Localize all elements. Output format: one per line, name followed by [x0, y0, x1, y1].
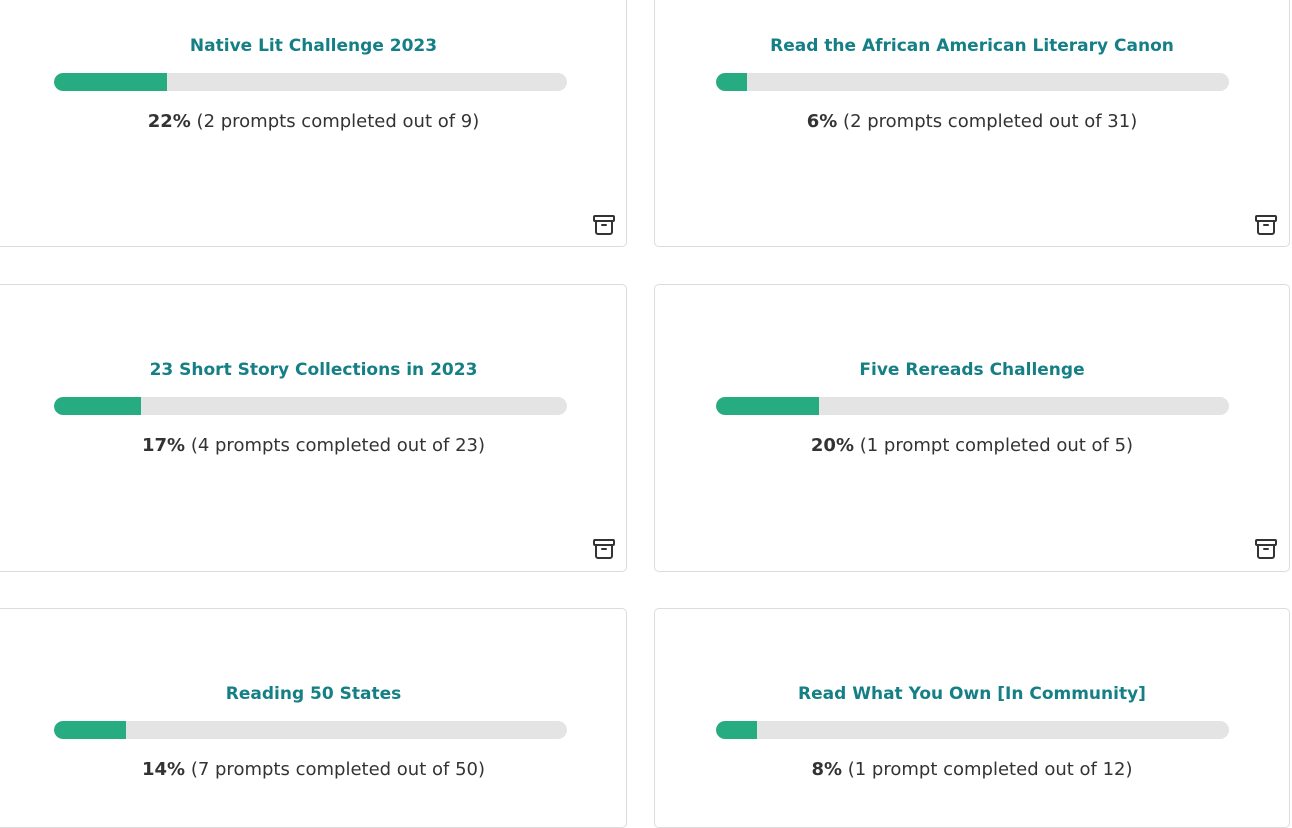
challenge-card: 23 Short Story Collections in 2023 17% (…: [0, 284, 627, 572]
progress-bar: [716, 397, 1229, 415]
progress-percent: 17%: [141, 435, 186, 456]
challenge-card: Reading 50 States 14% (7 prompts complet…: [0, 608, 627, 828]
progress-bar: [54, 397, 567, 415]
archive-icon: [593, 539, 615, 559]
challenge-card: Five Rereads Challenge 20% (1 prompt com…: [654, 284, 1290, 572]
progress-bar-fill: [54, 73, 167, 91]
archive-icon: [1255, 215, 1277, 235]
challenge-title[interactable]: Five Rereads Challenge: [655, 360, 1289, 380]
progress-bar-fill: [54, 721, 126, 739]
progress-summary: 8% (1 prompt completed out of 12): [655, 759, 1289, 780]
progress-bar: [54, 721, 567, 739]
progress-summary: 6% (2 prompts completed out of 31): [655, 111, 1289, 132]
progress-percent: 14%: [141, 759, 186, 780]
progress-summary: 20% (1 prompt completed out of 5): [655, 435, 1289, 456]
archive-button[interactable]: [1254, 537, 1278, 561]
challenge-title[interactable]: Reading 50 States: [1, 684, 626, 704]
progress-bar-fill: [716, 73, 747, 91]
progress-percent: 20%: [810, 435, 854, 456]
progress-bar: [716, 721, 1229, 739]
progress-summary: 17% (4 prompts completed out of 23): [1, 435, 626, 456]
progress-bar-fill: [716, 397, 819, 415]
progress-detail: (1 prompt completed out of 5): [859, 435, 1134, 456]
progress-bar: [54, 73, 567, 91]
progress-percent: 6%: [806, 111, 838, 132]
archive-button[interactable]: [592, 213, 616, 237]
progress-summary: 14% (7 prompts completed out of 50): [1, 759, 626, 780]
progress-detail: (2 prompts completed out of 31): [843, 111, 1138, 132]
progress-bar-fill: [54, 397, 142, 415]
challenge-card: Read What You Own [In Community] 8% (1 p…: [654, 608, 1290, 828]
progress-percent: 8%: [811, 759, 842, 780]
archive-icon: [1255, 539, 1277, 559]
archive-icon: [593, 215, 615, 235]
challenge-title[interactable]: Native Lit Challenge 2023: [1, 36, 626, 56]
challenge-title[interactable]: Read the African American Literary Canon: [655, 36, 1289, 56]
challenge-card: Native Lit Challenge 2023 22% (2 prompts…: [0, 0, 627, 247]
challenge-title[interactable]: 23 Short Story Collections in 2023: [1, 360, 626, 380]
challenge-title[interactable]: Read What You Own [In Community]: [655, 684, 1289, 704]
progress-summary: 22% (2 prompts completed out of 9): [1, 111, 626, 132]
progress-detail: (4 prompts completed out of 23): [190, 435, 485, 456]
progress-bar-fill: [716, 721, 758, 739]
archive-button[interactable]: [1254, 213, 1278, 237]
progress-detail: (7 prompts completed out of 50): [190, 759, 485, 780]
progress-percent: 22%: [147, 111, 191, 132]
progress-detail: (2 prompts completed out of 9): [196, 111, 480, 132]
progress-detail: (1 prompt completed out of 12): [847, 759, 1133, 780]
progress-bar: [716, 73, 1229, 91]
challenge-card: Read the African American Literary Canon…: [654, 0, 1290, 247]
archive-button[interactable]: [592, 537, 616, 561]
